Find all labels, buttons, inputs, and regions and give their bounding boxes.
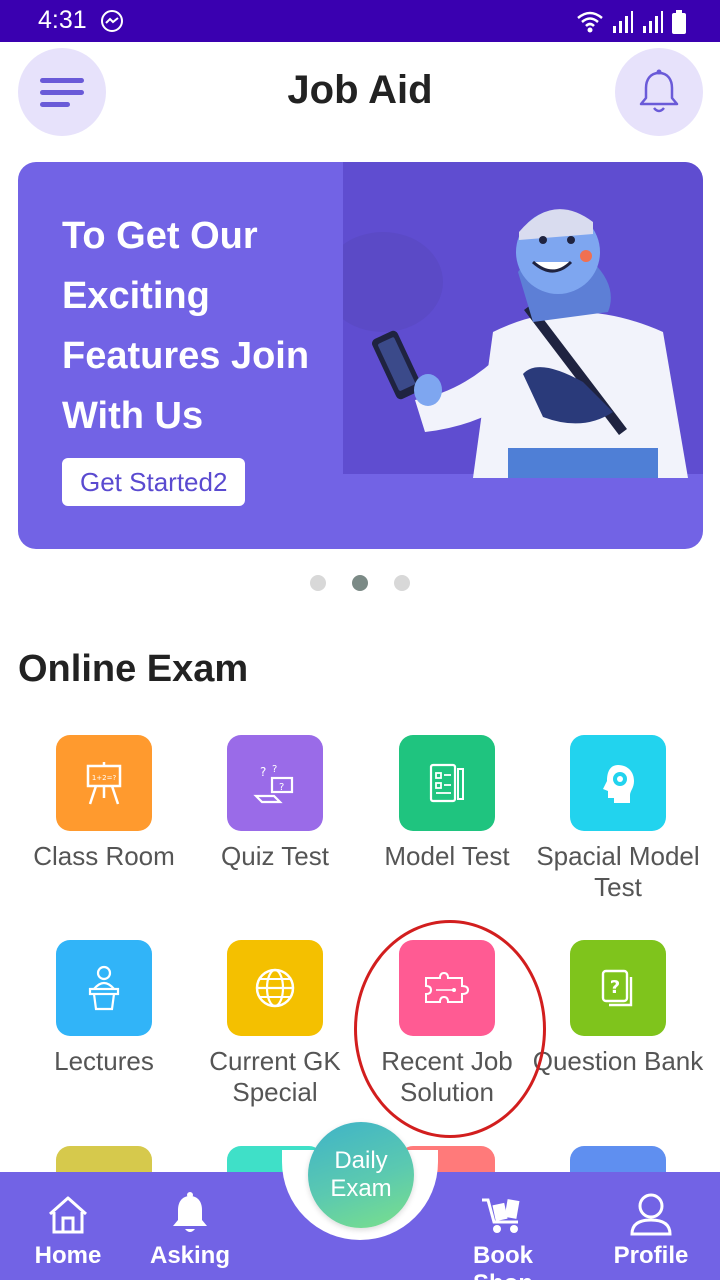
tile-current-gk-special[interactable]: Current GK Special <box>189 940 361 1108</box>
tile-model-test[interactable]: Model Test <box>361 735 533 872</box>
nav-profile-label: Profile <box>613 1242 689 1269</box>
battery-icon <box>672 10 686 34</box>
nav-asking-label: Asking <box>149 1242 230 1269</box>
tile-icon-box <box>570 735 666 831</box>
home-icon <box>49 1196 87 1234</box>
profile-icon <box>630 1193 672 1236</box>
tile-spacial-model-test[interactable]: Spacial Model Test <box>532 735 704 903</box>
carousel-dot[interactable] <box>310 575 326 591</box>
status-time: 4:31 <box>38 6 87 34</box>
carousel-indicator <box>310 575 410 591</box>
nav-book-shop[interactable]: Book Shop <box>440 1190 566 1280</box>
person-with-phone-illustration <box>343 209 688 478</box>
tile-label: Class Room <box>33 841 175 871</box>
tile-icon-box <box>399 735 495 831</box>
nav-home[interactable]: Home <box>26 1190 110 1270</box>
notifications-button[interactable] <box>615 48 703 136</box>
bell-icon <box>639 69 679 113</box>
nav-profile[interactable]: Profile <box>608 1190 694 1270</box>
daily-exam-button[interactable]: Daily Exam <box>308 1122 414 1228</box>
carousel-dot-active[interactable] <box>352 575 368 591</box>
get-started-button[interactable]: Get Started2 <box>62 458 246 506</box>
wifi-icon <box>577 11 603 33</box>
section-title-online-exam: Online Exam <box>18 648 249 690</box>
status-bar: 4:31 <box>0 0 720 42</box>
carousel-dot[interactable] <box>394 575 410 591</box>
quiz-icon: ? ? ? <box>253 764 294 804</box>
nav-asking[interactable]: Asking <box>146 1190 234 1270</box>
tile-class-room[interactable]: 1+2=? Class Room <box>18 735 190 872</box>
banner-headline: To Get Our Exciting Features Join With U… <box>62 215 310 437</box>
bell-nav-icon <box>173 1192 207 1232</box>
book-cart-icon <box>482 1198 520 1233</box>
question-book-icon: ? <box>601 969 633 1007</box>
svg-text:?: ? <box>260 765 266 779</box>
tile-label: Spacial Model Test <box>536 841 700 902</box>
lecturer-icon <box>88 965 120 1011</box>
tile-icon-box: 1+2=? <box>56 735 152 831</box>
tile-icon-box: ? ? ? <box>227 735 323 831</box>
nav-home-label: Home <box>34 1242 102 1269</box>
tile-icon-box: ? <box>570 940 666 1036</box>
brain-head-icon <box>603 765 634 803</box>
tile-question-bank[interactable]: ? Question Bank <box>532 940 704 1077</box>
signal-icon-2 <box>643 11 663 33</box>
nav-book-shop-label: Book Shop <box>473 1242 533 1280</box>
status-icons <box>576 8 686 34</box>
tile-label: Lectures <box>54 1046 154 1076</box>
tile-label: Current GK Special <box>209 1046 341 1107</box>
svg-text:1+2=?: 1+2=? <box>92 774 117 782</box>
page-title: Job Aid <box>287 68 433 112</box>
fab-label-line2: Exam <box>330 1175 392 1202</box>
globe-icon <box>255 968 295 1008</box>
tile-quiz-test[interactable]: ? ? ? Quiz Test <box>189 735 361 872</box>
messenger-icon <box>101 10 123 32</box>
tile-label: Model Test <box>384 841 510 871</box>
svg-text:?: ? <box>610 977 620 998</box>
document-icon <box>429 763 464 803</box>
highlight-circle <box>354 920 546 1138</box>
svg-text:?: ? <box>279 782 284 793</box>
tile-lectures[interactable]: Lectures <box>18 940 190 1077</box>
tile-icon-box <box>227 940 323 1036</box>
easel-icon: 1+2=? <box>86 762 122 805</box>
promo-banner[interactable]: To Get Our Exciting Features Join With U… <box>18 162 703 549</box>
svg-text:?: ? <box>272 764 277 775</box>
signal-icon <box>613 11 633 33</box>
tile-icon-box <box>56 940 152 1036</box>
tile-label: Question Bank <box>532 1046 704 1076</box>
tile-label: Quiz Test <box>221 841 329 871</box>
fab-label-line1: Daily <box>334 1147 388 1174</box>
